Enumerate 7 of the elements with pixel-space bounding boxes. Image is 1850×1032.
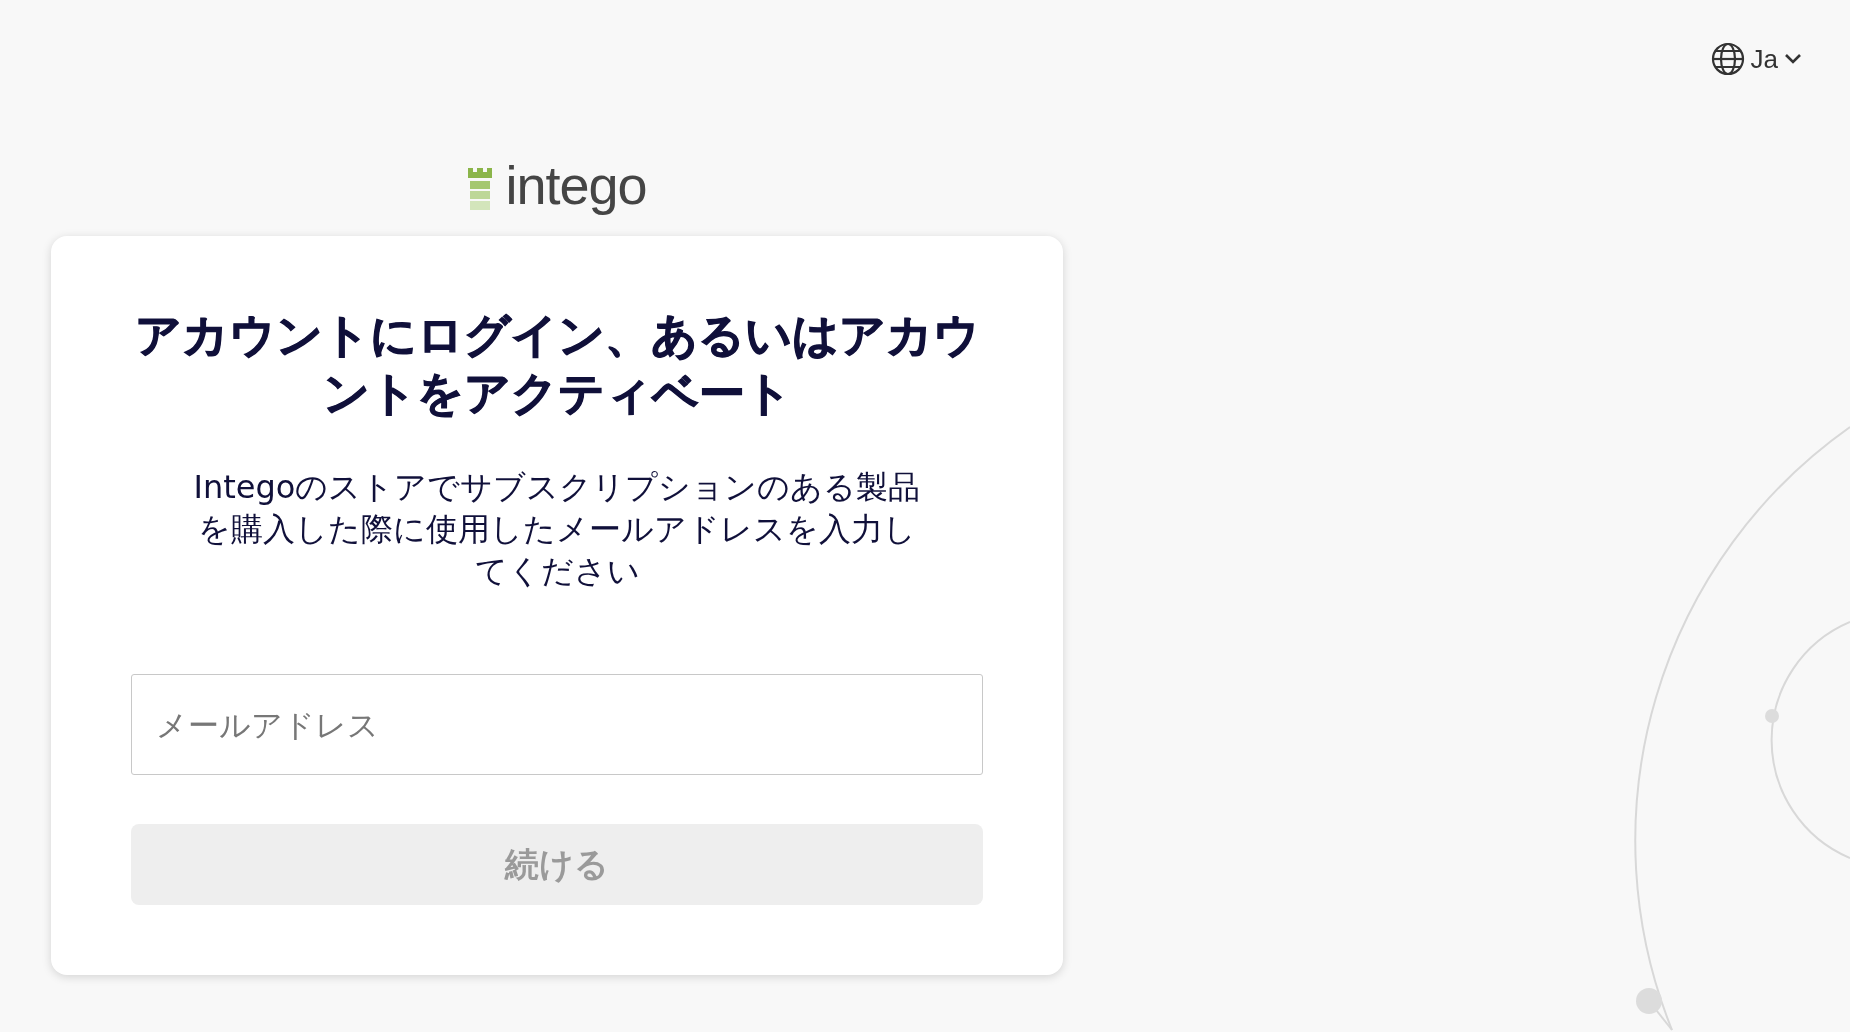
- language-selector[interactable]: Ja: [1710, 42, 1802, 76]
- login-title: アカウントにログイン、あるいはアカウントをアクティベート: [133, 307, 981, 422]
- chevron-down-icon: [1784, 53, 1802, 65]
- email-field[interactable]: メールアドレス: [131, 674, 983, 775]
- tower-icon: [467, 168, 494, 212]
- globe-icon: [1710, 42, 1745, 76]
- instruction-text: Integoのストアでサブスクリプションのある製品を購入した際に使用したメールアドレスを入力してください: [192, 467, 922, 592]
